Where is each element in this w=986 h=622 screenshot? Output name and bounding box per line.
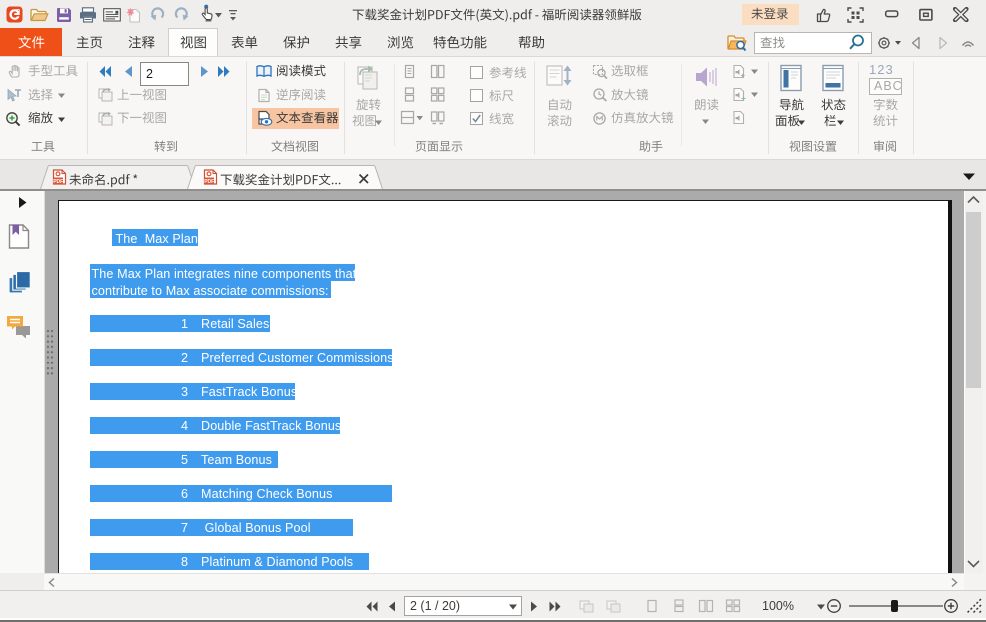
svg-text:PDF: PDF <box>204 179 214 185</box>
svg-text:PDF: PDF <box>53 179 63 185</box>
